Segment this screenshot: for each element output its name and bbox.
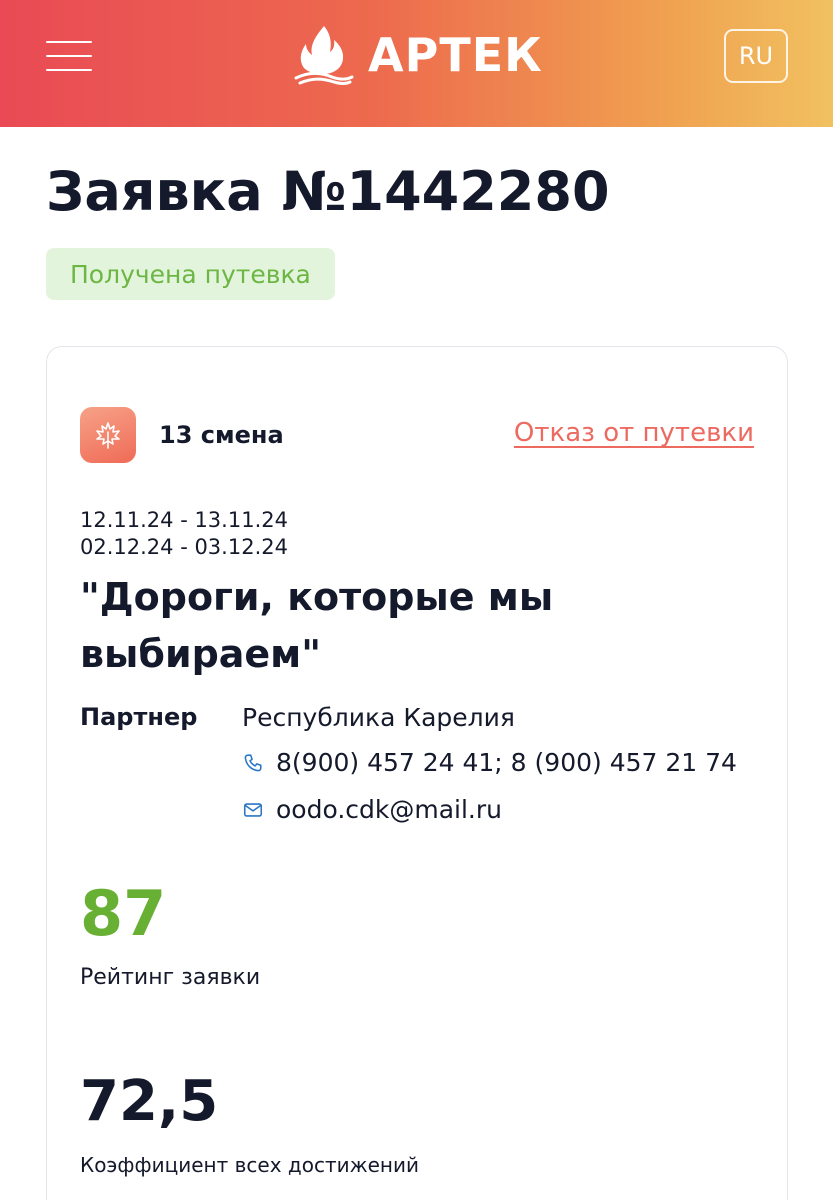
date-range: 02.12.24 - 03.12.24 (80, 535, 288, 559)
menu-icon[interactable] (46, 40, 94, 74)
partner-name: Республика Карелия (242, 703, 515, 732)
program-title: "Дороги, которые мы выбираем" (80, 575, 554, 676)
language-switcher[interactable]: RU (724, 29, 788, 83)
application-card: 13 смена Отказ от путевки 12.11.24 - 13.… (46, 346, 788, 1200)
coefficient-value: 72,5 (80, 1069, 219, 1134)
mail-icon (243, 802, 263, 817)
partner-email[interactable]: oodo.cdk@mail.ru (242, 795, 502, 824)
shift-dates: 12.11.24 - 13.11.24 02.12.24 - 03.12.24 (80, 507, 288, 561)
email-text: oodo.cdk@mail.ru (276, 795, 502, 824)
partner-label: Партнер (80, 703, 198, 731)
rating-value: 87 (80, 877, 167, 950)
maple-leaf-icon (80, 407, 136, 463)
artek-flame-logo (294, 26, 354, 85)
status-badge: Получена путевка (46, 248, 335, 300)
shift-label: 13 смена (159, 421, 284, 449)
artek-logo[interactable]: АРТЕК (290, 20, 543, 90)
refuse-voucher-link[interactable]: Отказ от путевки (514, 418, 754, 448)
date-range: 12.11.24 - 13.11.24 (80, 508, 288, 532)
page-title: Заявка №1442280 (46, 160, 610, 223)
coefficient-label: Коэффициент всех достижений (80, 1153, 419, 1177)
logo-text: АРТЕК (368, 28, 543, 82)
phone-text: 8(900) 457 24 41; 8 (900) 457 21 74 (276, 748, 737, 777)
app-header: АРТЕК RU (0, 0, 833, 127)
rating-label: Рейтинг заявки (80, 965, 261, 990)
partner-phone[interactable]: 8(900) 457 24 41; 8 (900) 457 21 74 (242, 748, 737, 777)
phone-icon (244, 753, 262, 771)
